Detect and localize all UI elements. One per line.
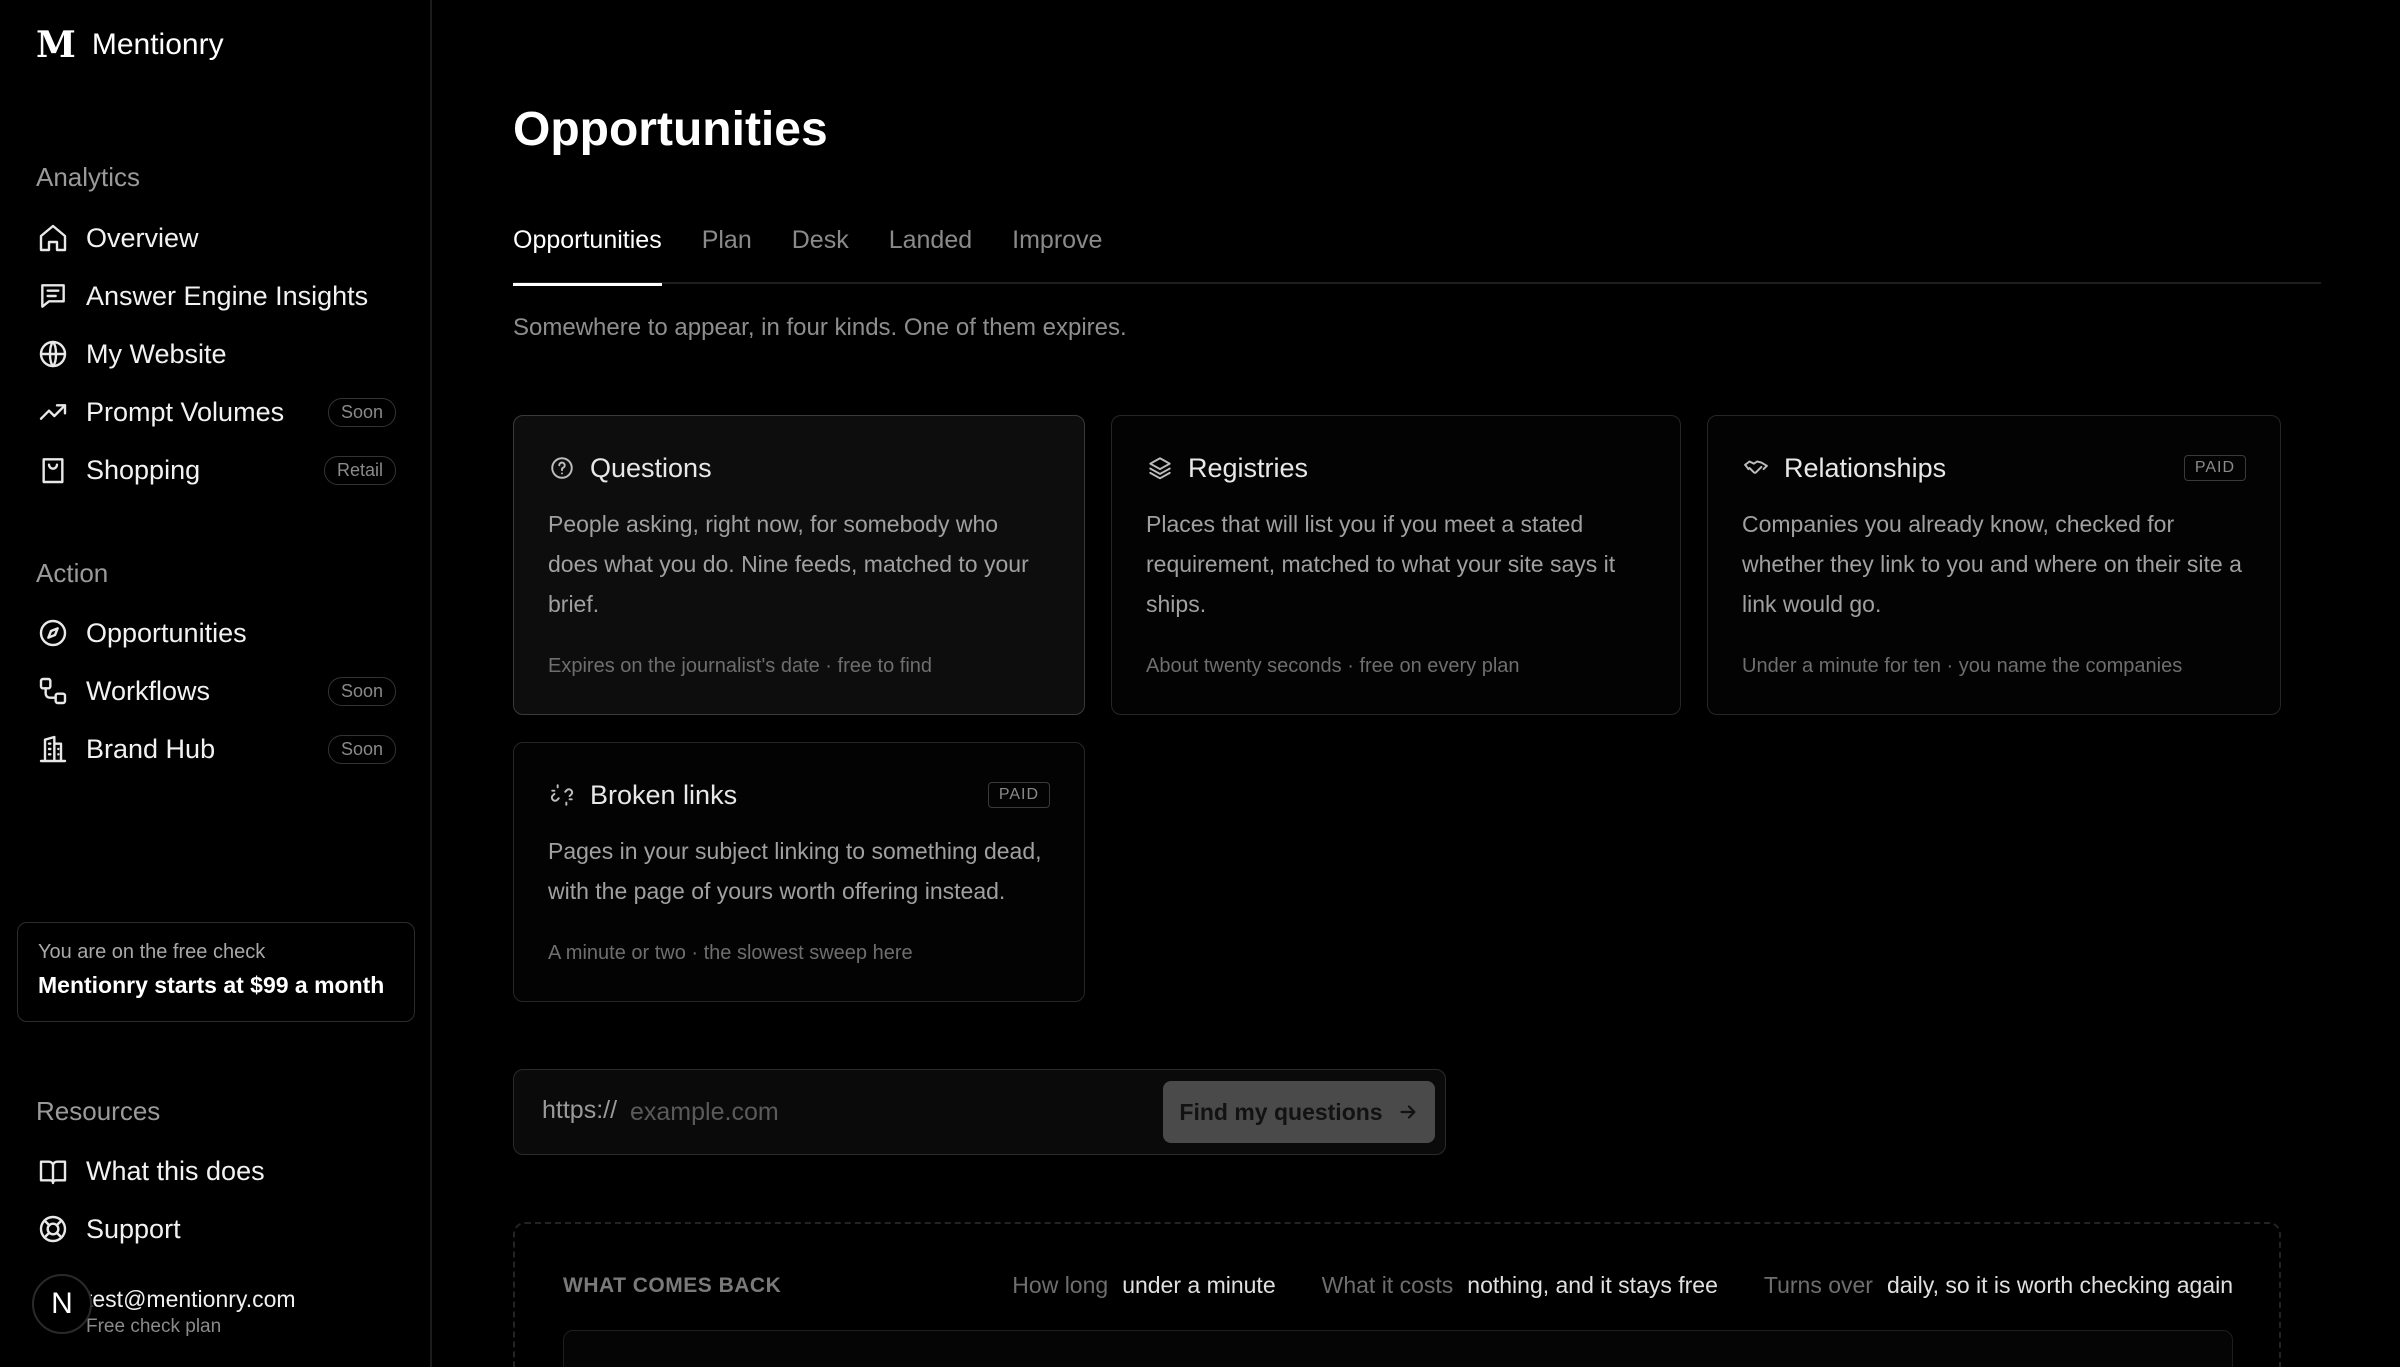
what-comes-back-panel: WHAT COMES BACK How long under a minute W… [513,1222,2281,1367]
sidebar-item-label: Brand Hub [86,733,216,764]
trend-icon [36,395,70,429]
sidebar-item-label: Opportunities [86,617,247,648]
chat-icon [36,279,70,313]
panel-heading: WHAT COMES BACK [563,1274,782,1297]
main-content: Opportunities Opportunities Plan Desk La… [513,0,2400,1367]
card-meta: Under a minute for ten · you name the co… [1742,655,2183,677]
plan-status: You are on the free check [38,941,266,963]
card-meta: About twenty seconds · free on every pla… [1146,655,1520,677]
tab-bar: Opportunities Plan Desk Landed Improve [513,224,2321,286]
sidebar-item-prompt-volumes[interactable]: Prompt Volumes Soon [36,388,396,436]
question-circle-icon [548,454,576,482]
broken-link-icon [548,781,576,809]
tab-desk[interactable]: Desk [792,224,849,284]
user-plan: Free check plan [86,1316,222,1337]
panel-preview [563,1330,2233,1367]
sidebar-item-label: My Website [86,338,227,369]
paid-badge: PAID [987,782,1050,808]
status-badge: Retail [323,455,396,485]
tab-improve[interactable]: Improve [1012,224,1102,284]
card-questions[interactable]: Questions People asking, right now, for … [513,415,1085,715]
book-icon [36,1154,70,1188]
building-icon [36,732,70,766]
find-my-questions-button[interactable]: Find my questions [1163,1081,1435,1143]
stat-how-long: How long under a minute [1012,1272,1276,1298]
status-badge: Soon [327,676,396,706]
sidebar-item-what-this-does[interactable]: What this does [36,1147,396,1195]
sidebar-item-label: What this does [86,1155,265,1186]
status-badge: Soon [327,397,396,427]
sidebar-item-opportunities[interactable]: Opportunities [36,609,396,657]
sidebar-item-brand-hub[interactable]: Brand Hub Soon [36,725,396,773]
section-label-analytics: Analytics [36,162,141,192]
brand-name: Mentionry [91,28,224,61]
brand-logo: M [36,24,76,66]
sidebar-item-support[interactable]: Support [36,1205,396,1253]
user-menu[interactable]: test@mentionry.com Free check plan N [32,1272,412,1337]
globe-icon [36,337,70,371]
sidebar: M Mentionry Analytics Overview Answer En… [0,0,432,1367]
sidebar-item-label: Support [86,1213,181,1244]
sidebar-item-label: Workflows [86,675,211,706]
card-meta: Expires on the journalist's date · free … [548,655,933,677]
home-icon [36,221,70,255]
arrow-right-icon [1400,1105,1416,1119]
find-button-label: Find my questions [1179,1098,1383,1125]
sidebar-item-label: Shopping [86,454,201,485]
url-input[interactable] [630,1088,1130,1136]
paid-badge: PAID [2183,455,2246,481]
tab-opportunities[interactable]: Opportunities [513,224,662,286]
sidebar-item-label: Prompt Volumes [86,396,285,427]
compass-icon [36,616,70,650]
card-description: Places that will list you if you meet a … [1146,511,1616,617]
user-email: test@mentionry.com [86,1286,296,1312]
workflow-icon [36,674,70,708]
card-relationships[interactable]: Relationships PAID Companies you already… [1707,415,2281,715]
layers-icon [1146,454,1174,482]
sidebar-item-my-website[interactable]: My Website [36,330,396,378]
card-title: Relationships [1784,452,1947,483]
card-description: Companies you already know, checked for … [1742,511,2242,617]
tab-plan[interactable]: Plan [702,224,752,284]
card-description: People asking, right now, for somebody w… [548,511,1029,617]
card-title: Broken links [590,779,738,810]
plan-price: Mentionry starts at $99 a month [38,972,385,998]
page-subtitle: Somewhere to appear, in four kinds. One … [513,314,1127,341]
brand[interactable]: M Mentionry [36,24,224,66]
card-broken-links[interactable]: Broken links PAID Pages in your subject … [513,742,1085,1002]
stat-turns-over: Turns over daily, so it is worth checking… [1763,1272,2233,1298]
section-label-action: Action [36,558,109,588]
plan-card[interactable]: You are on the free check Mentionry star… [17,922,415,1022]
sidebar-item-workflows[interactable]: Workflows Soon [36,667,396,715]
lifebuoy-icon [36,1212,70,1246]
sidebar-item-label: Answer Engine Insights [86,280,369,311]
sidebar-item-label: Overview [86,222,199,253]
sidebar-item-shopping[interactable]: Shopping Retail [36,446,396,494]
stat-cost: What it costs nothing, and it stays free [1321,1272,1718,1298]
status-badge: Soon [327,734,396,764]
sidebar-item-answer-engine-insights[interactable]: Answer Engine Insights [36,272,396,320]
bag-icon [36,453,70,487]
tab-landed[interactable]: Landed [889,224,972,284]
card-meta: A minute or two · the slowest sweep here [548,942,913,964]
sidebar-item-overview[interactable]: Overview [36,214,396,262]
card-title: Registries [1188,452,1309,483]
section-label-resources: Resources [36,1096,161,1126]
url-form: https:// Find my questions [513,1069,1446,1155]
panel-stats: How long under a minute What it costs noth… [1012,1272,2233,1299]
avatar[interactable]: N [32,1274,92,1334]
page-title: Opportunities [513,103,828,156]
handshake-icon [1742,454,1770,482]
card-description: Pages in your subject linking to somethi… [548,838,1042,904]
card-registries[interactable]: Registries Places that will list you if … [1111,415,1681,715]
url-prefix: https:// [542,1096,618,1124]
card-title: Questions [590,452,712,483]
